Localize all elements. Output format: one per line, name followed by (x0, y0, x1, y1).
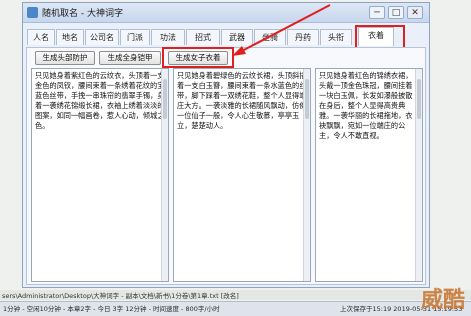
watermark-logo: 威酷 (420, 287, 465, 313)
annotation-arrow (232, 4, 331, 56)
status-bar: 1分钟 - 空闲10分钟 - 本章2字 - 今日 3字 12分钟 - 时间速度 … (0, 301, 471, 316)
file-path: sers\Administrator\Desktop\大神词字 - 副本\文档\… (0, 290, 471, 300)
status-text: 1分钟 - 空闲10分钟 - 本章2字 - 今日 3字 12分钟 - 时间速度 … (3, 305, 220, 313)
